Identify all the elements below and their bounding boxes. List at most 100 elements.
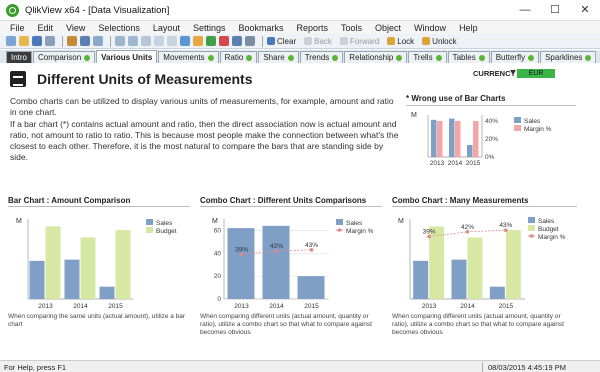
sheet-tab-bar: Intro Comparison Various Units Movements… <box>0 50 600 63</box>
report-icon[interactable] <box>232 36 242 46</box>
legend-label: Sales <box>346 220 363 227</box>
unlock-label: Unlock <box>432 36 457 46</box>
x-tick-label: 2014 <box>460 303 475 310</box>
status-led-icon <box>287 54 294 61</box>
tab-trends[interactable]: Trends <box>299 51 344 63</box>
status-led-icon <box>84 54 91 61</box>
status-led-icon <box>332 54 339 61</box>
menu-reports[interactable]: Reports <box>297 23 329 33</box>
x-tick-label: 2014 <box>269 303 284 310</box>
right-tick-label: 20% <box>485 136 498 143</box>
legend-swatch <box>336 219 343 225</box>
cut-icon[interactable] <box>154 36 164 46</box>
back-label: Back <box>314 36 332 46</box>
tab-label: Trells <box>413 53 433 62</box>
menu-object[interactable]: Object <box>375 23 401 33</box>
status-led-icon <box>396 54 403 61</box>
tab-ratio[interactable]: Ratio <box>219 51 258 63</box>
bar-sales-2014 <box>64 259 80 299</box>
close-button[interactable]: ✕ <box>570 0 600 21</box>
qlikview-logo-icon <box>6 3 19 17</box>
edit-script-icon[interactable] <box>67 36 77 46</box>
tab-trells[interactable]: Trells <box>408 51 447 63</box>
tab-tables[interactable]: Tables <box>447 51 490 63</box>
status-led-icon <box>246 54 253 61</box>
search-icon[interactable] <box>141 36 151 46</box>
maximize-button[interactable]: ☐ <box>540 0 570 21</box>
legend-swatch <box>528 225 535 231</box>
back-button[interactable]: Back <box>304 37 332 46</box>
y-axis-label: M <box>16 218 22 225</box>
lock-icon <box>387 37 396 45</box>
chart-icon[interactable] <box>180 36 190 46</box>
document-properties-icon[interactable] <box>93 36 103 46</box>
menu-selections[interactable]: Selections <box>98 23 140 33</box>
window-controls: — ☐ ✕ <box>510 0 600 21</box>
menu-file[interactable]: File <box>10 23 25 33</box>
menu-help[interactable]: Help <box>459 23 478 33</box>
status-led-icon <box>478 54 485 61</box>
tab-various-units[interactable]: Various Units <box>96 50 158 63</box>
toolbar-divider <box>110 35 111 47</box>
open-folder-icon[interactable] <box>19 36 29 46</box>
bar-sales-2014 <box>262 225 290 299</box>
clear-button[interactable]: Clear <box>267 37 296 46</box>
bookmark-star-icon[interactable] <box>206 36 216 46</box>
tab-butterfly[interactable]: Butterfly <box>490 51 540 63</box>
forward-button[interactable]: Forward <box>339 37 379 46</box>
new-document-icon[interactable] <box>6 36 16 46</box>
page-title: Different Units of Measurements <box>37 71 253 87</box>
divider-line <box>8 206 190 207</box>
x-tick-label: 2015 <box>304 303 319 310</box>
bar-budget-2013 <box>429 226 445 299</box>
bar-budget-2013 <box>45 226 61 299</box>
bar-sales-2013 <box>227 228 255 299</box>
unlock-button[interactable]: Unlock <box>422 36 457 46</box>
print-icon[interactable] <box>45 36 55 46</box>
tab-comparison[interactable]: Comparison <box>33 51 96 63</box>
units-comparison-combo-chart[interactable]: M 0 20 40 60 2013 2014 2015 39% 42% 43% SalesMargin… <box>200 209 384 313</box>
field-list-icon[interactable] <box>193 36 203 46</box>
reload-icon[interactable] <box>80 36 90 46</box>
bar-budget-2014 <box>467 237 483 299</box>
wrong-use-bar-chart[interactable]: M 0% 20% 40% 2013 2014 2015 SalesMargin % <box>406 107 586 175</box>
margin-data-label: 42% <box>461 224 474 231</box>
minimize-button[interactable]: — <box>510 0 540 21</box>
alert-icon[interactable] <box>219 36 229 46</box>
right-tick-label: 40% <box>485 118 498 125</box>
save-icon[interactable] <box>32 36 42 46</box>
menu-edit[interactable]: Edit <box>38 23 54 33</box>
tab-label: Ratio <box>224 53 244 62</box>
help-icon[interactable] <box>245 36 255 46</box>
margin-data-label: 39% <box>423 229 436 236</box>
back-arrow-icon <box>304 37 313 45</box>
copy-icon[interactable] <box>167 36 177 46</box>
tab-movements[interactable]: Movements <box>158 51 219 63</box>
tab-share[interactable]: Share <box>258 51 299 63</box>
tab-label: Various Units <box>101 52 153 62</box>
menu-bookmarks[interactable]: Bookmarks <box>238 23 283 33</box>
menu-layout[interactable]: Layout <box>153 23 180 33</box>
many-measurements-combo-chart[interactable]: M 2013 2014 2015 39% 42% 43% SalesBudgetMargin … <box>392 209 578 313</box>
lock-button[interactable]: Lock <box>387 37 414 46</box>
y-tick-label: 0 <box>217 296 221 303</box>
redo-icon[interactable] <box>128 36 138 46</box>
currency-selected-value[interactable]: EUR <box>517 69 555 78</box>
tab-relationship[interactable]: Relationship <box>344 51 408 63</box>
menu-settings[interactable]: Settings <box>193 23 226 33</box>
menu-window[interactable]: Window <box>414 23 446 33</box>
menu-tools[interactable]: Tools <box>341 23 362 33</box>
legend-swatch <box>514 117 521 123</box>
x-tick-label: 2013 <box>38 303 53 310</box>
tab-intro[interactable]: Intro <box>6 51 33 63</box>
tab-sparklines[interactable]: Sparklines <box>540 51 597 63</box>
amount-comparison-bar-chart[interactable]: M 2013 2014 2015 SalesBudget <box>8 209 192 313</box>
tab-label: Butterfly <box>495 53 526 62</box>
dropdown-arrow-icon[interactable] <box>510 70 516 74</box>
margin-data-label: 39% <box>235 246 248 253</box>
tab-label: Sparklines <box>545 53 583 62</box>
menu-view[interactable]: View <box>66 23 85 33</box>
status-datetime: 08/03/2015 4:45:19 PM <box>488 363 566 372</box>
undo-icon[interactable] <box>115 36 125 46</box>
clear-label: Clear <box>277 36 297 46</box>
